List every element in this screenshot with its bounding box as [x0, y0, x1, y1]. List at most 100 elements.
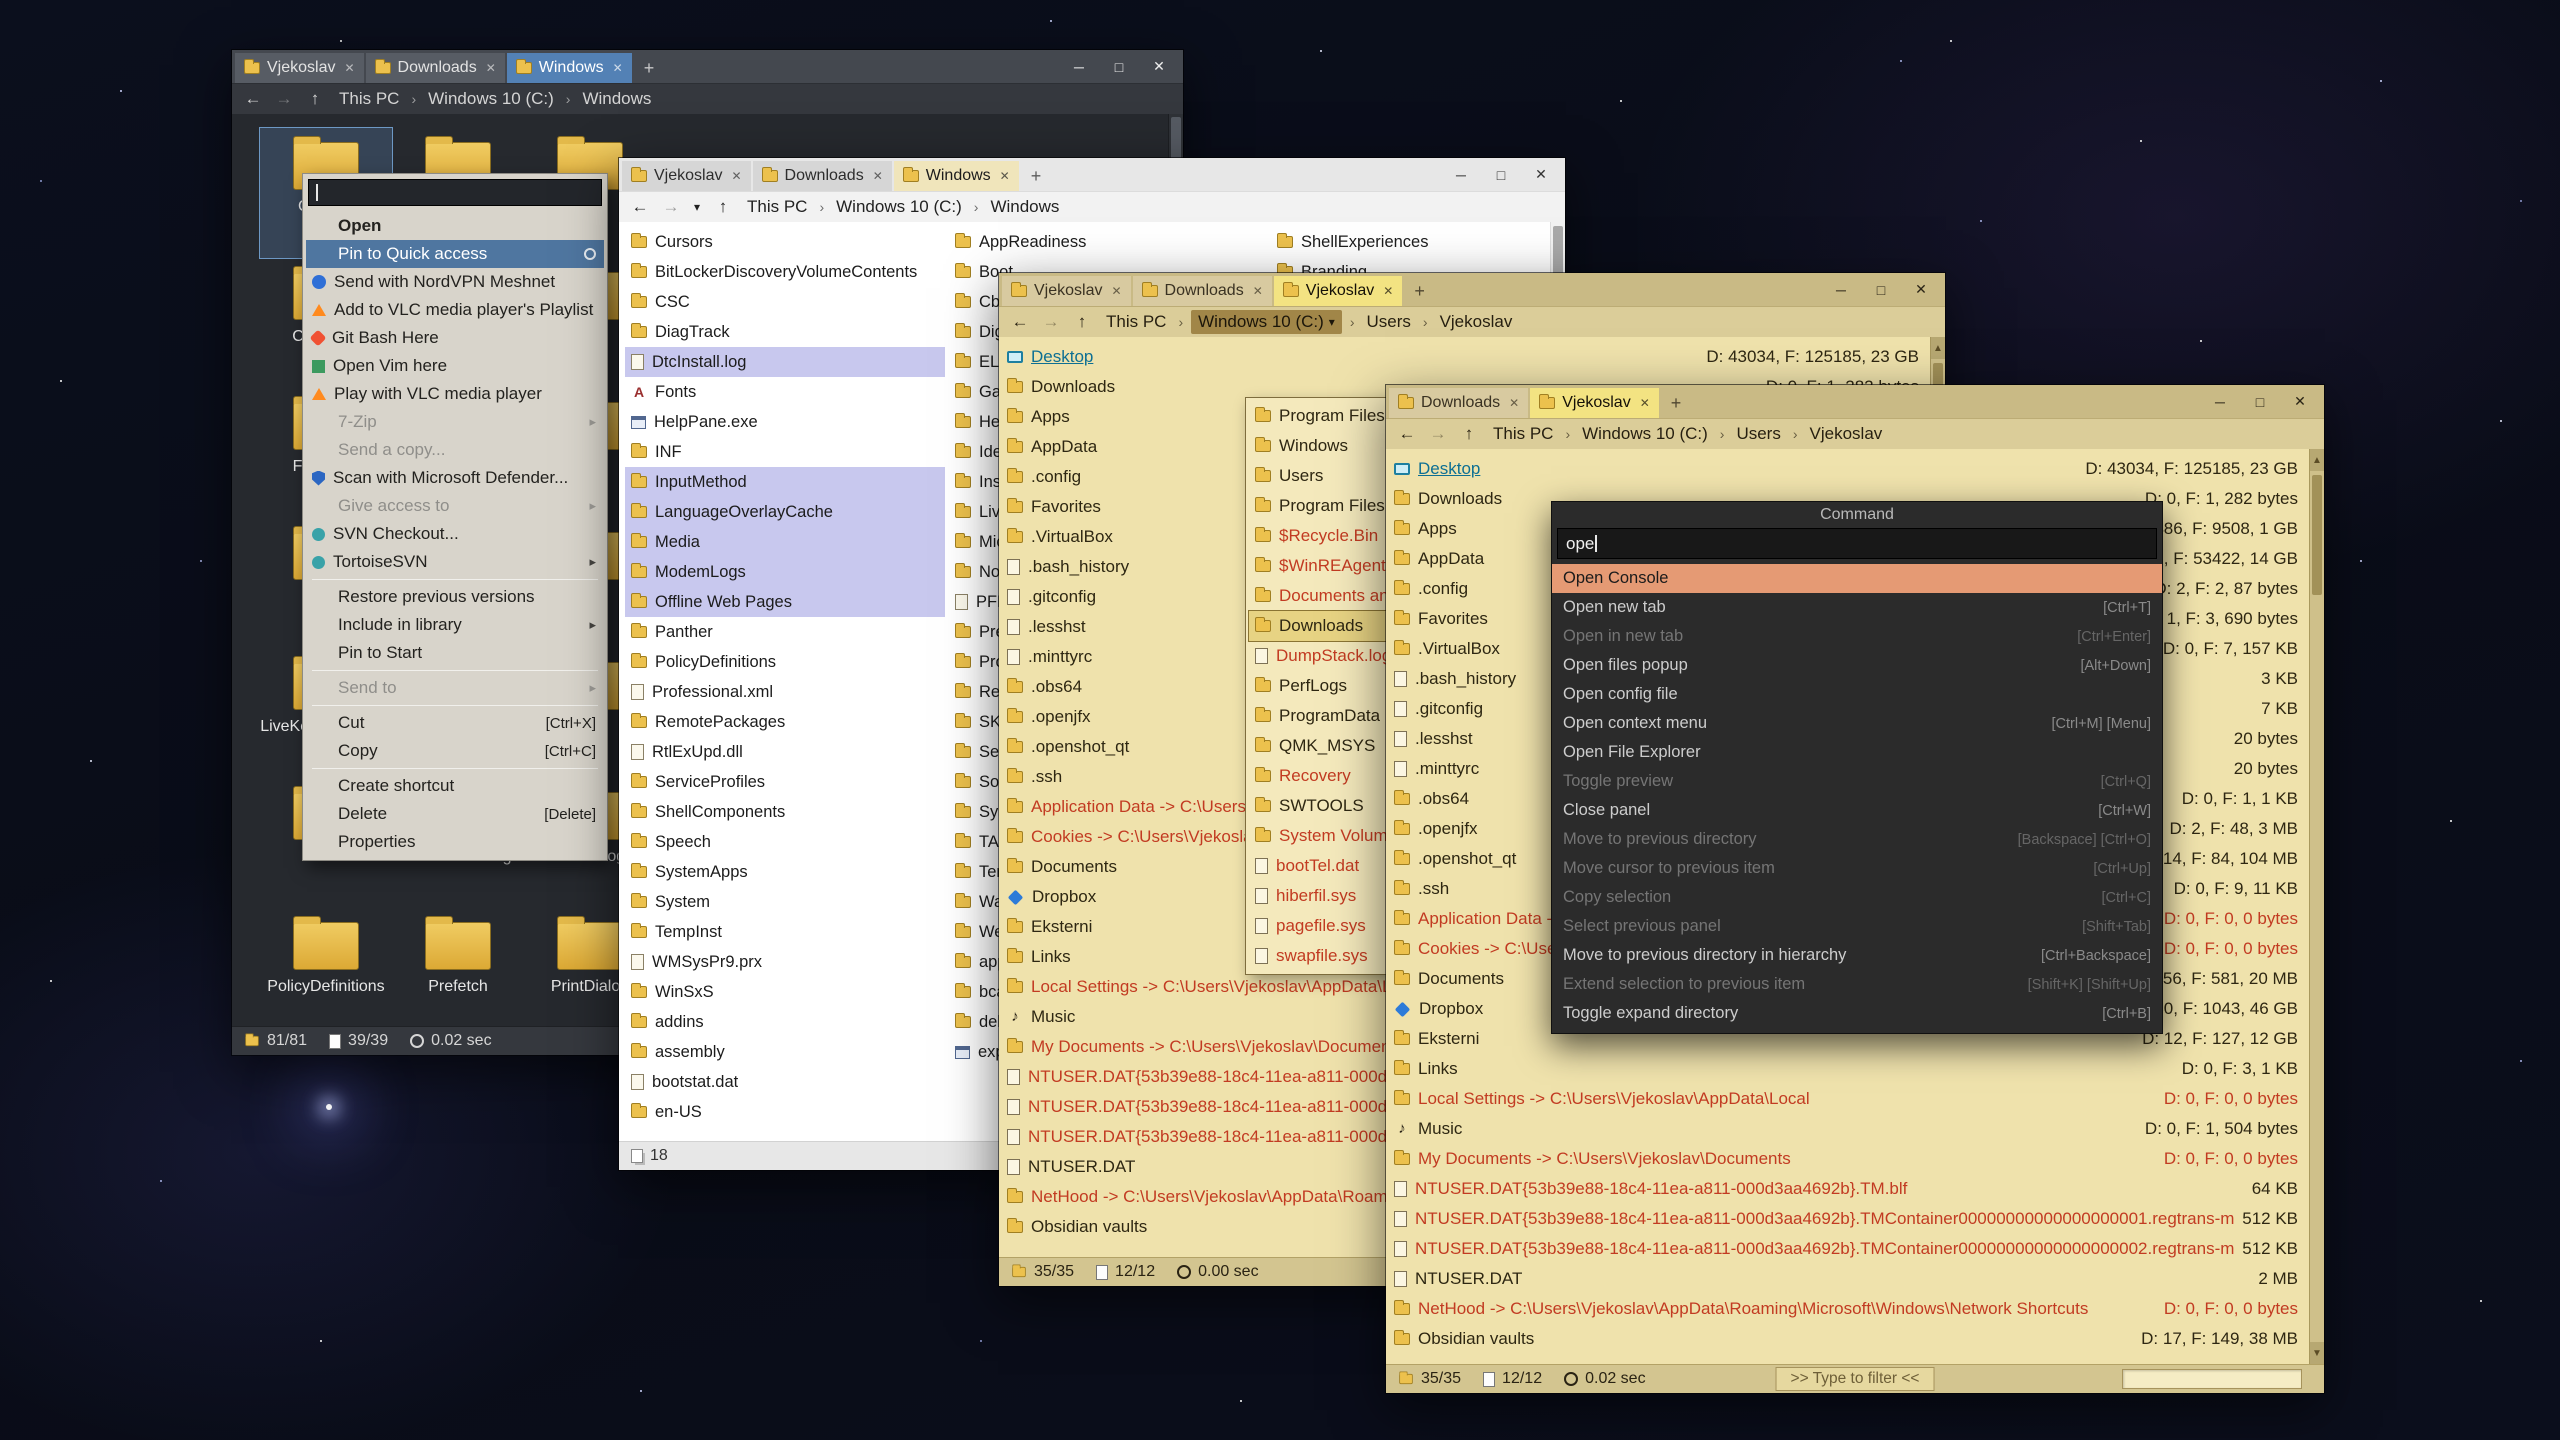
maximize-button[interactable]: □ — [1861, 278, 1901, 302]
back-button[interactable]: ← — [242, 89, 264, 109]
command-item-open-in-new-tab[interactable]: Open in new tab[Ctrl+Enter] — [1552, 622, 2162, 651]
tab-vjekoslav[interactable]: Vjekoslav✕ — [622, 161, 751, 191]
command-item-open-context-menu[interactable]: Open context menu[Ctrl+M] [Menu] — [1552, 709, 2162, 738]
title-bar[interactable]: Vjekoslav✕Downloads✕Vjekoslav✕+ ─ □ ✕ — [999, 273, 1945, 306]
close-button[interactable]: ✕ — [2280, 390, 2320, 414]
back-button[interactable]: ← — [629, 197, 651, 217]
breadcrumb-windows-10-c[interactable]: Windows 10 (C:) — [424, 88, 558, 110]
file-row-panther[interactable]: Panther — [625, 617, 945, 647]
history-dropdown-icon[interactable]: ▾ — [691, 200, 703, 214]
minimize-button[interactable]: ─ — [1821, 278, 1861, 302]
command-item-move-to-previous-directory-in-hierarchy[interactable]: Move to previous directory in hierarchy[… — [1552, 941, 2162, 970]
title-bar[interactable]: Downloads✕Vjekoslav✕+ ─ □ ✕ — [1386, 385, 2324, 418]
file-row-system[interactable]: System — [625, 887, 945, 917]
breadcrumb-this-pc[interactable]: This PC — [743, 196, 811, 218]
minimize-button[interactable]: ─ — [2200, 390, 2240, 414]
maximize-button[interactable]: □ — [1481, 163, 1521, 187]
forward-button[interactable]: → — [273, 89, 295, 109]
file-row-inputmethod[interactable]: InputMethod — [625, 467, 945, 497]
file-row-ntuser-dat[interactable]: NTUSER.DAT2 MB — [1386, 1264, 2324, 1294]
menu-item-properties[interactable]: Properties — [306, 828, 604, 856]
scroll-up-icon[interactable]: ▲ — [1931, 337, 1945, 359]
file-row-csc[interactable]: CSC — [625, 287, 945, 317]
up-button[interactable]: ↑ — [1071, 312, 1093, 332]
command-item-open-console[interactable]: Open Console — [1552, 564, 2162, 593]
breadcrumb-vjekoslav[interactable]: Vjekoslav — [1806, 423, 1887, 445]
menu-item-pin-to-quick-access[interactable]: Pin to Quick access — [306, 240, 604, 268]
command-item-close-panel[interactable]: Close panel[Ctrl+W] — [1552, 796, 2162, 825]
menu-item-cut[interactable]: Cut[Ctrl+X] — [306, 709, 604, 737]
file-row-en-us[interactable]: en-US — [625, 1097, 945, 1127]
file-row-local[interactable]: Local Settings -> C:\Users\Vjekoslav\App… — [1386, 1084, 2324, 1114]
desktop-folder-policydefinitions[interactable]: PolicyDefinitions — [260, 908, 392, 1026]
tab-vjekoslav[interactable]: Vjekoslav✕ — [1530, 388, 1659, 418]
file-row-music[interactable]: ♪MusicD: 0, F: 1, 504 bytes — [1386, 1114, 2324, 1144]
menu-item-pin-to-start[interactable]: Pin to Start — [306, 639, 604, 667]
forward-button[interactable]: → — [1040, 312, 1062, 332]
menu-item-tortoisesvn[interactable]: TortoiseSVN▸ — [306, 548, 604, 576]
menu-item-scan-with-microsoft-defender[interactable]: Scan with Microsoft Defender... — [306, 464, 604, 492]
maximize-button[interactable]: □ — [2240, 390, 2280, 414]
close-button[interactable]: ✕ — [1521, 163, 1561, 187]
up-button[interactable]: ↑ — [1458, 424, 1480, 444]
breadcrumb-windows[interactable]: Windows — [986, 196, 1063, 218]
menu-item-send-with-nordvpn-meshnet[interactable]: Send with NordVPN Meshnet — [306, 268, 604, 296]
tab-close-icon[interactable]: ✕ — [613, 61, 623, 75]
file-row-bitlockerdiscoveryvolumecontents[interactable]: BitLockerDiscoveryVolumeContents — [625, 257, 945, 287]
file-row-serviceprofiles[interactable]: ServiceProfiles — [625, 767, 945, 797]
scroll-down-icon[interactable]: ▼ — [2310, 1342, 2324, 1364]
command-item-move-to-previous-directory[interactable]: Move to previous directory[Backspace] [C… — [1552, 825, 2162, 854]
tab-downloads[interactable]: Downloads✕ — [1389, 388, 1528, 418]
rename-input[interactable] — [308, 179, 602, 206]
scroll-up-icon[interactable]: ▲ — [2310, 449, 2324, 471]
back-button[interactable]: ← — [1009, 312, 1031, 332]
file-row-assembly[interactable]: assembly — [625, 1037, 945, 1067]
title-bar[interactable]: Vjekoslav✕Downloads✕Windows✕+ ─ □ ✕ — [619, 158, 1565, 191]
file-row-modemlogs[interactable]: ModemLogs — [625, 557, 945, 587]
menu-item-send-a-copy[interactable]: Send a copy... — [306, 436, 604, 464]
file-row-remotepackages[interactable]: RemotePackages — [625, 707, 945, 737]
file-row-diagtrack[interactable]: DiagTrack — [625, 317, 945, 347]
file-row-my[interactable]: My Documents -> C:\Users\Vjekoslav\Docum… — [1386, 1144, 2324, 1174]
file-row-systemapps[interactable]: SystemApps — [625, 857, 945, 887]
menu-item-git-bash-here[interactable]: Git Bash Here — [306, 324, 604, 352]
file-row-winsxs[interactable]: WinSxS — [625, 977, 945, 1007]
menu-item-play-with-vlc-media-player[interactable]: Play with VLC media player — [306, 380, 604, 408]
file-row-obsidian[interactable]: Obsidian vaultsD: 17, F: 149, 38 MB — [1386, 1324, 2324, 1354]
minimize-button[interactable]: ─ — [1441, 163, 1481, 187]
minimize-button[interactable]: ─ — [1059, 55, 1099, 79]
maximize-button[interactable]: □ — [1099, 55, 1139, 79]
file-row-ntuser-dat-53b39e88-18c4-11ea-a811-000d3aa4692b-tm-blf[interactable]: NTUSER.DAT{53b39e88-18c4-11ea-a811-000d3… — [1386, 1174, 2324, 1204]
forward-button[interactable]: → — [1427, 424, 1449, 444]
file-row-inf[interactable]: INF — [625, 437, 945, 467]
desktop-folder-prefetch[interactable]: Prefetch — [392, 908, 524, 1026]
file-row-wmsyspr9-prx[interactable]: WMSysPr9.prx — [625, 947, 945, 977]
tab-close-icon[interactable]: ✕ — [1111, 284, 1121, 298]
scrollbar-thumb[interactable] — [2312, 475, 2322, 595]
file-row-rtlexupd-dll[interactable]: RtlExUpd.dll — [625, 737, 945, 767]
menu-item-open[interactable]: Open — [306, 212, 604, 240]
breadcrumb-windows-10-c[interactable]: Windows 10 (C:)▾ — [1191, 310, 1342, 334]
forward-button[interactable]: → — [660, 197, 682, 217]
tab-close-icon[interactable]: ✕ — [731, 169, 741, 183]
menu-item-open-vim-here[interactable]: Open Vim here — [306, 352, 604, 380]
menu-item-create-shortcut[interactable]: Create shortcut — [306, 772, 604, 800]
tab-vjekoslav[interactable]: Vjekoslav✕ — [1274, 276, 1403, 306]
new-tab-button[interactable]: + — [1661, 388, 1692, 418]
tab-downloads[interactable]: Downloads✕ — [366, 53, 505, 83]
command-item-open-files-popup[interactable]: Open files popup[Alt+Down] — [1552, 651, 2162, 680]
menu-item-add-to-vlc-media-player-s-playlist[interactable]: Add to VLC media player's Playlist — [306, 296, 604, 324]
title-bar[interactable]: Vjekoslav✕Downloads✕Windows✕+ ─ □ ✕ — [232, 50, 1183, 83]
command-item-toggle-preview[interactable]: Toggle preview[Ctrl+Q] — [1552, 767, 2162, 796]
file-row-media[interactable]: Media — [625, 527, 945, 557]
file-row-addins[interactable]: addins — [625, 1007, 945, 1037]
back-button[interactable]: ← — [1396, 424, 1418, 444]
command-input[interactable]: ope — [1557, 528, 2157, 559]
file-row-fonts[interactable]: AFonts — [625, 377, 945, 407]
file-row-policydefinitions[interactable]: PolicyDefinitions — [625, 647, 945, 677]
file-row-cursors[interactable]: Cursors — [625, 227, 945, 257]
menu-item-copy[interactable]: Copy[Ctrl+C] — [306, 737, 604, 765]
file-row-desktop[interactable]: DesktopD: 43034, F: 125185, 23 GB — [1386, 454, 2324, 484]
breadcrumb-this-pc[interactable]: This PC — [335, 88, 403, 110]
menu-item-7-zip[interactable]: 7-Zip▸ — [306, 408, 604, 436]
